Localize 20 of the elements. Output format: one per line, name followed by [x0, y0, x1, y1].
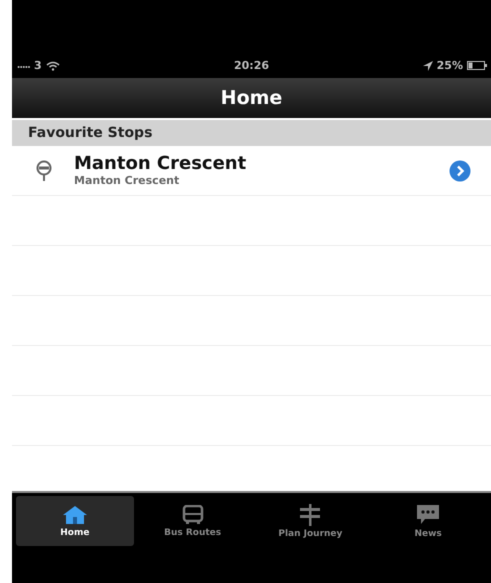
nav-title: Home: [220, 87, 282, 109]
home-icon: [62, 504, 88, 524]
tab-bar-item[interactable]: News: [369, 496, 487, 546]
bus-stop-icon: [36, 160, 52, 182]
stop-row[interactable]: Manton Crescent Manton Crescent: [12, 146, 491, 196]
battery-icon: [466, 61, 487, 70]
disclosure-icon[interactable]: [449, 160, 471, 182]
battery-percent: 25%: [436, 59, 463, 72]
section-title: Favourite Stops: [28, 125, 152, 141]
tab-bar-item[interactable]: Plan Journey: [252, 496, 370, 546]
tab-bar-item[interactable]: Home: [16, 496, 134, 546]
stop-name: Manton Crescent: [74, 154, 248, 174]
carrier-name: 3: [34, 59, 42, 72]
speech-bubble-icon: [415, 504, 442, 526]
stop-subtitle: Manton Crescent: [74, 174, 180, 187]
tab-bar-item[interactable]: Bus Routes: [134, 496, 252, 546]
bus-icon: [182, 504, 204, 524]
location-arrow-icon: [422, 60, 433, 70]
status-time: 20:26: [234, 59, 269, 72]
wifi-icon: [46, 60, 60, 70]
